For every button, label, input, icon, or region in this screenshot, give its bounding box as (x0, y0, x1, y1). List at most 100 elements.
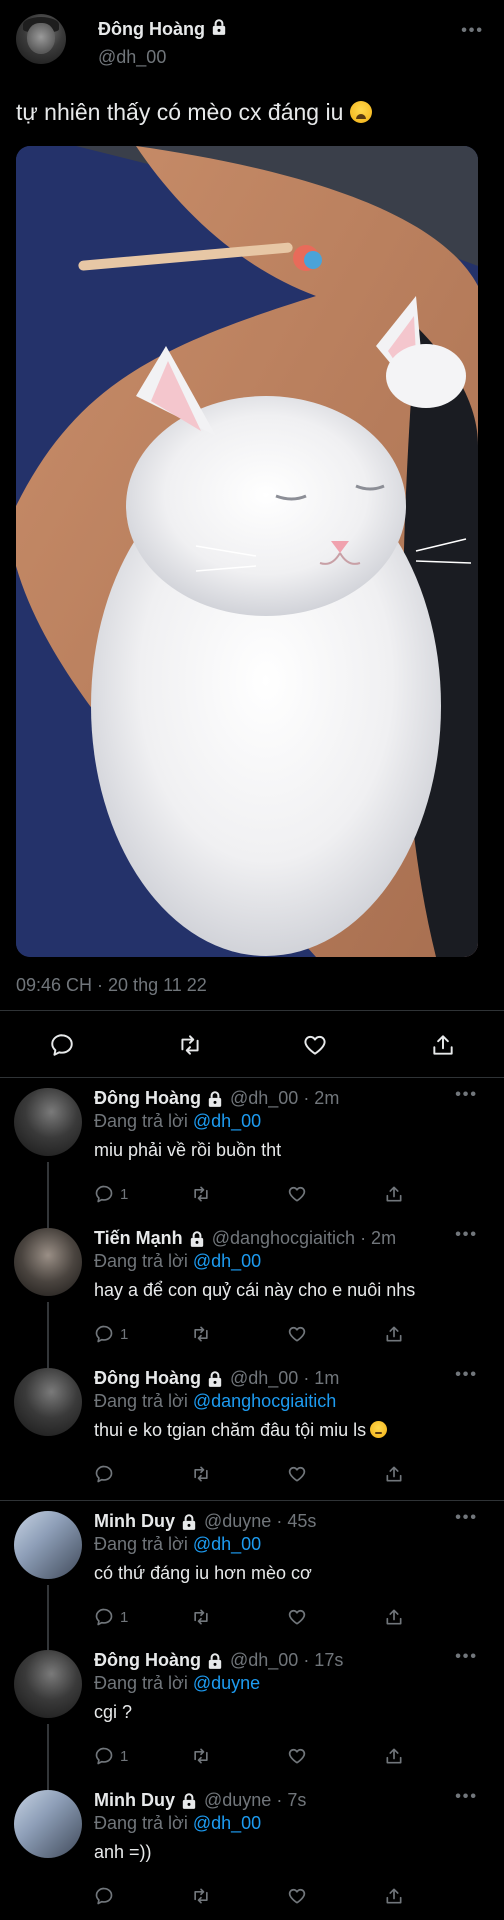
share-icon[interactable] (384, 1324, 404, 1344)
reply-button[interactable]: 1 (94, 1607, 128, 1627)
lock-icon (206, 1652, 224, 1670)
retweet-icon[interactable] (190, 1746, 212, 1766)
like-icon[interactable] (287, 1464, 307, 1484)
lock-icon (206, 1090, 224, 1108)
reply-action-bar: 1 (94, 1184, 404, 1210)
retweet-icon[interactable] (190, 1886, 212, 1906)
share-icon[interactable] (428, 1030, 458, 1060)
reply-tweet[interactable]: Đông Hoàng @dh_00 · 17s ••• Đang trả lời… (0, 1636, 504, 1780)
reply-tweet[interactable]: Đông Hoàng @dh_00 · 2m ••• Đang trả lời … (0, 1078, 504, 1218)
replying-to-link[interactable]: @dh_00 (193, 1251, 261, 1271)
share-icon[interactable] (384, 1464, 404, 1484)
replying-prefix: Đang trả lời (94, 1391, 188, 1411)
thread-line (47, 1302, 49, 1358)
author-handle[interactable]: @duyne (204, 1511, 271, 1532)
avatar[interactable] (14, 1790, 82, 1858)
pensive-face-emoji (370, 1421, 388, 1438)
retweet-icon[interactable] (190, 1184, 212, 1204)
reply-icon (95, 1465, 113, 1483)
more-icon[interactable]: ••• (455, 1788, 478, 1806)
replying-to-link[interactable]: @dh_00 (193, 1111, 261, 1131)
more-icon[interactable]: ••• (461, 22, 484, 40)
reply-text: miu phải về rồi buồn tht (94, 1140, 282, 1160)
author-name[interactable]: Minh Duy (94, 1511, 175, 1532)
reply-button[interactable]: 1 (94, 1324, 128, 1344)
author-handle[interactable]: @danghocgiaitich (212, 1228, 355, 1249)
reply-tweet[interactable]: Minh Duy @duyne · 7s ••• Đang trả lời @d… (0, 1776, 504, 1920)
like-icon[interactable] (287, 1184, 307, 1204)
tweet-timestamp[interactable]: 09:46 CH · 20 thg 11 22 (16, 975, 207, 996)
reply-tweet[interactable]: Đông Hoàng @dh_00 · 1m ••• Đang trả lời … (0, 1354, 504, 1500)
author-name[interactable]: Tiến Mạnh (94, 1228, 183, 1249)
share-icon[interactable] (384, 1184, 404, 1204)
lock-icon (180, 1792, 198, 1810)
divider (0, 1010, 504, 1011)
reply-button[interactable]: 1 (94, 1746, 128, 1766)
like-icon[interactable] (287, 1746, 307, 1766)
avatar[interactable] (14, 1228, 82, 1296)
reply-count: 1 (120, 1185, 129, 1203)
reply-button[interactable] (94, 1886, 120, 1906)
reply-tweet[interactable]: Minh Duy @duyne · 45s ••• Đang trả lời @… (0, 1501, 504, 1640)
retweet-icon[interactable] (175, 1030, 205, 1060)
replying-to-link[interactable]: @dh_00 (193, 1534, 261, 1554)
main-author-name-text[interactable]: Đông Hoàng (98, 19, 205, 40)
avatar[interactable] (14, 1088, 82, 1156)
share-icon[interactable] (384, 1607, 404, 1627)
like-icon[interactable] (287, 1607, 307, 1627)
more-icon[interactable]: ••• (455, 1366, 478, 1384)
replying-to: Đang trả lời @duyne (94, 1673, 260, 1694)
replying-to-link[interactable]: @duyne (193, 1673, 260, 1693)
reply-time[interactable]: · 17s (303, 1650, 343, 1671)
author-name[interactable]: Đông Hoàng (94, 1368, 201, 1389)
more-icon[interactable]: ••• (455, 1509, 478, 1527)
reply-time[interactable]: · 2m (303, 1088, 339, 1109)
like-icon[interactable] (287, 1886, 307, 1906)
replying-to: Đang trả lời @dh_00 (94, 1813, 261, 1834)
retweet-icon[interactable] (190, 1324, 212, 1344)
avatar[interactable] (14, 1650, 82, 1718)
reply-time[interactable]: · 1m (303, 1368, 339, 1389)
share-icon[interactable] (384, 1746, 404, 1766)
reply-action-bar: 1 (94, 1607, 404, 1633)
reply-header: Minh Duy @duyne · 45s (94, 1511, 316, 1532)
reply-tweet[interactable]: Tiến Mạnh @danghocgiaitich · 2m ••• Đang… (0, 1214, 504, 1358)
reply-count: 1 (120, 1747, 129, 1765)
tweet-photo[interactable] (16, 146, 478, 957)
author-handle[interactable]: @dh_00 (230, 1088, 298, 1109)
more-icon[interactable]: ••• (455, 1648, 478, 1666)
like-icon[interactable] (287, 1324, 307, 1344)
main-author-name[interactable]: Đông Hoàng (98, 18, 228, 41)
reply-time[interactable]: · 45s (276, 1511, 316, 1532)
reply-text: có thứ đáng iu hơn mèo cơ (94, 1563, 312, 1583)
retweet-icon[interactable] (190, 1607, 212, 1627)
main-author-handle[interactable]: @dh_00 (98, 47, 166, 68)
author-name[interactable]: Minh Duy (94, 1790, 175, 1811)
reply-icon[interactable] (47, 1030, 77, 1060)
reply-button[interactable]: 1 (94, 1184, 128, 1204)
reply-count: 1 (120, 1608, 129, 1626)
replying-to-link[interactable]: @danghocgiaitich (193, 1391, 336, 1411)
author-name[interactable]: Đông Hoàng (94, 1650, 201, 1671)
share-icon[interactable] (384, 1886, 404, 1906)
retweet-icon[interactable] (190, 1464, 212, 1484)
more-icon[interactable]: ••• (455, 1226, 478, 1244)
replying-prefix: Đang trả lời (94, 1534, 188, 1554)
author-handle[interactable]: @dh_00 (230, 1368, 298, 1389)
reply-header: Đông Hoàng @dh_00 · 17s (94, 1650, 343, 1671)
avatar[interactable] (14, 1511, 82, 1579)
main-avatar[interactable] (16, 14, 66, 64)
reply-action-bar (94, 1886, 404, 1912)
author-name[interactable]: Đông Hoàng (94, 1088, 201, 1109)
replying-to-link[interactable]: @dh_00 (193, 1813, 261, 1833)
avatar[interactable] (14, 1368, 82, 1436)
thread-line (47, 1636, 49, 1650)
author-handle[interactable]: @dh_00 (230, 1650, 298, 1671)
replying-to: Đang trả lời @dh_00 (94, 1251, 261, 1272)
reply-button[interactable] (94, 1464, 120, 1484)
reply-time[interactable]: · 2m (360, 1228, 396, 1249)
author-handle[interactable]: @duyne (204, 1790, 271, 1811)
more-icon[interactable]: ••• (455, 1086, 478, 1104)
like-icon[interactable] (300, 1030, 330, 1060)
reply-time[interactable]: · 7s (276, 1790, 306, 1811)
